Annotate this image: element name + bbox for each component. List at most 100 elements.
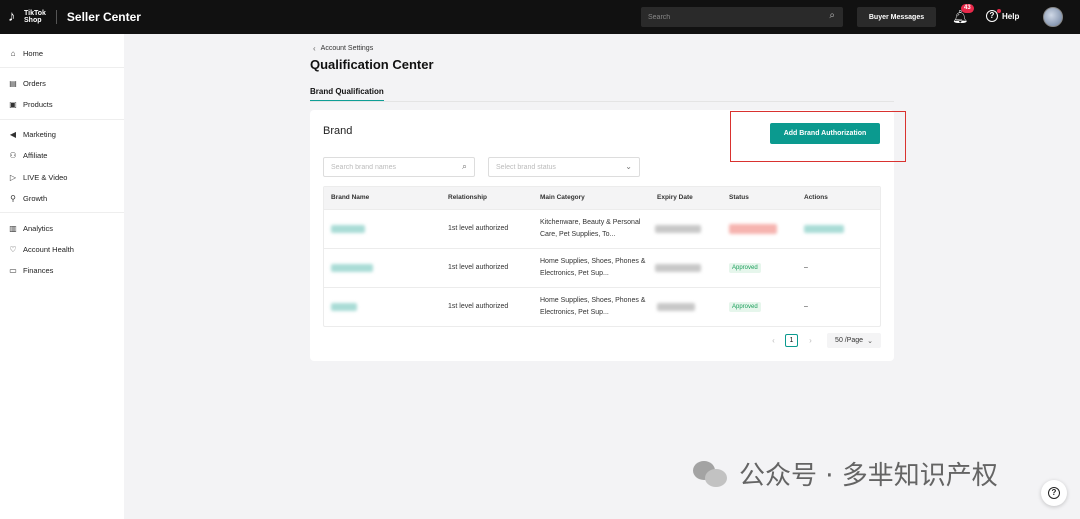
status-badge: Approved <box>729 263 761 273</box>
app-title: Seller Center <box>66 10 141 24</box>
logo-text-line1: TikTok <box>24 10 46 17</box>
table-row: 1st level authorized Home Supplies, Shoe… <box>324 248 880 287</box>
tiktok-logo-icon <box>8 9 22 25</box>
column-header-brand-name: Brand Name <box>331 194 370 201</box>
sidebar-item-affiliate[interactable]: ⚇ Affiliate <box>8 151 47 160</box>
orders-icon: ▤ <box>9 79 17 88</box>
highlight-annotation-box <box>730 111 906 162</box>
chevron-down-icon: ⌄ <box>867 337 873 345</box>
question-circle-icon: ? <box>1048 487 1060 499</box>
column-header-expiry-date: Expiry Date <box>657 194 693 201</box>
sidebar-item-orders[interactable]: ▤ Orders <box>8 79 46 88</box>
global-search-input[interactable] <box>641 13 817 21</box>
column-header-main-category: Main Category <box>540 194 585 201</box>
help-label: Help <box>1002 11 1020 21</box>
home-icon: ⌂ <box>10 49 16 58</box>
sidebar-item-products[interactable]: ▣ Products <box>8 100 53 109</box>
brand-status-select[interactable]: Select brand status ⌄ <box>488 157 640 177</box>
table-row: 1st level authorized Home Supplies, Shoe… <box>324 287 880 326</box>
sidebar-item-label: Marketing <box>23 130 56 139</box>
expiry-date-redacted <box>655 225 701 233</box>
sidebar-item-label: Growth <box>23 194 48 203</box>
affiliate-icon: ⚇ <box>9 151 17 160</box>
logo-divider <box>55 10 57 24</box>
brand-name-redacted[interactable] <box>331 264 373 272</box>
sidebar-item-label: Orders <box>23 79 46 88</box>
sidebar-item-label: LIVE & Video <box>23 173 68 182</box>
page-size-label: 50 /Page <box>835 337 864 344</box>
relationship-cell: 1st level authorized <box>448 225 509 232</box>
help-button[interactable]: ? Help <box>986 10 1019 22</box>
main-category-cell: Home Supplies, Shoes, Phones & Electroni… <box>540 258 646 277</box>
finances-icon: ▭ <box>9 266 17 275</box>
sidebar-item-home[interactable]: ⌂ Home <box>8 49 43 58</box>
brand-name-redacted[interactable] <box>331 225 365 233</box>
sidebar-item-growth[interactable]: ⚲ Growth <box>8 194 47 203</box>
global-search[interactable]: ⌕ <box>641 7 843 27</box>
logo-text-line2: Shop <box>24 17 42 24</box>
sidebar-item-live-video[interactable]: ▷ LIVE & Video <box>8 173 68 182</box>
chevron-left-icon: ‹ <box>313 44 316 53</box>
action-cell: – <box>804 303 808 310</box>
sidebar-item-analytics[interactable]: ▥ Analytics <box>8 224 53 233</box>
products-icon: ▣ <box>9 100 17 109</box>
page-number-current[interactable]: 1 <box>785 334 798 347</box>
next-page-button[interactable]: › <box>804 334 817 347</box>
page-size-select[interactable]: 50 /Page ⌄ <box>827 333 881 348</box>
account-health-icon: ♡ <box>9 245 17 254</box>
tab-underline-divider <box>310 101 894 102</box>
sidebar-item-finances[interactable]: ▭ Finances <box>8 266 53 275</box>
main-category-cell: Home Supplies, Shoes, Phones & Electroni… <box>540 297 646 316</box>
tiktok-shop-logo[interactable]: TikTok Shop <box>8 9 46 25</box>
chevron-down-icon: ⌄ <box>625 162 632 171</box>
buyer-messages-button[interactable]: Buyer Messages <box>857 7 936 27</box>
watermark: 公众号 · 多芈知识产权 <box>693 455 998 492</box>
growth-icon: ⚲ <box>10 194 16 203</box>
card-title: Brand <box>323 125 353 137</box>
expiry-date-redacted <box>657 303 695 311</box>
action-redacted[interactable] <box>804 225 844 233</box>
status-badge: Approved <box>729 302 761 312</box>
sidebar-item-label: Analytics <box>23 224 54 233</box>
brand-search-field[interactable]: ⌕ <box>323 157 475 177</box>
sidebar-item-label: Account Health <box>23 245 74 254</box>
brand-table: Brand Name Relationship Main Category Ex… <box>323 186 881 327</box>
search-icon[interactable]: ⌕ <box>462 161 467 172</box>
table-header: Brand Name Relationship Main Category Ex… <box>324 187 880 209</box>
sidebar-item-label: Home <box>23 49 44 58</box>
column-header-relationship: Relationship <box>448 194 488 201</box>
breadcrumb[interactable]: ‹ Account Settings <box>313 44 373 53</box>
marketing-icon: ◀ <box>9 130 17 139</box>
sidebar-divider <box>0 119 124 120</box>
relationship-cell: 1st level authorized <box>448 264 509 271</box>
sidebar-divider <box>0 212 124 213</box>
sidebar: ⌂ Home ▤ Orders ▣ Products ◀ Marketing ⚇… <box>0 34 124 519</box>
sidebar-item-account-health[interactable]: ♡ Account Health <box>8 245 74 254</box>
expiry-date-redacted <box>655 264 701 272</box>
floating-help-button[interactable]: ? <box>1041 480 1067 506</box>
column-header-actions: Actions <box>804 194 828 201</box>
wechat-icon <box>693 459 727 489</box>
brand-search-input[interactable] <box>324 163 454 171</box>
brand-name-redacted[interactable] <box>331 303 357 311</box>
main-category-cell: Kitchenware, Beauty & Personal Care, Pet… <box>540 219 641 238</box>
watermark-text: 公众号 · 多芈知识产权 <box>739 461 998 491</box>
relationship-cell: 1st level authorized <box>448 303 509 310</box>
analytics-icon: ▥ <box>9 224 17 233</box>
sidebar-item-marketing[interactable]: ◀ Marketing <box>8 130 56 139</box>
brand-status-placeholder: Select brand status <box>496 163 556 171</box>
tab-brand-qualification[interactable]: Brand Qualification <box>310 87 384 102</box>
sidebar-item-label: Affiliate <box>23 151 48 160</box>
action-cell: – <box>804 264 808 271</box>
status-redacted <box>729 224 777 234</box>
live-video-icon: ▷ <box>9 173 17 182</box>
sidebar-item-label: Finances <box>23 266 54 275</box>
avatar[interactable] <box>1043 7 1063 27</box>
prev-page-button[interactable]: ‹ <box>767 334 780 347</box>
search-icon[interactable]: ⌕ <box>829 10 835 21</box>
notification-badge: 43 <box>961 4 974 13</box>
breadcrumb-label: Account Settings <box>320 45 374 52</box>
sidebar-divider <box>0 67 124 68</box>
help-notification-dot <box>997 9 1001 13</box>
sidebar-item-label: Products <box>23 100 53 109</box>
